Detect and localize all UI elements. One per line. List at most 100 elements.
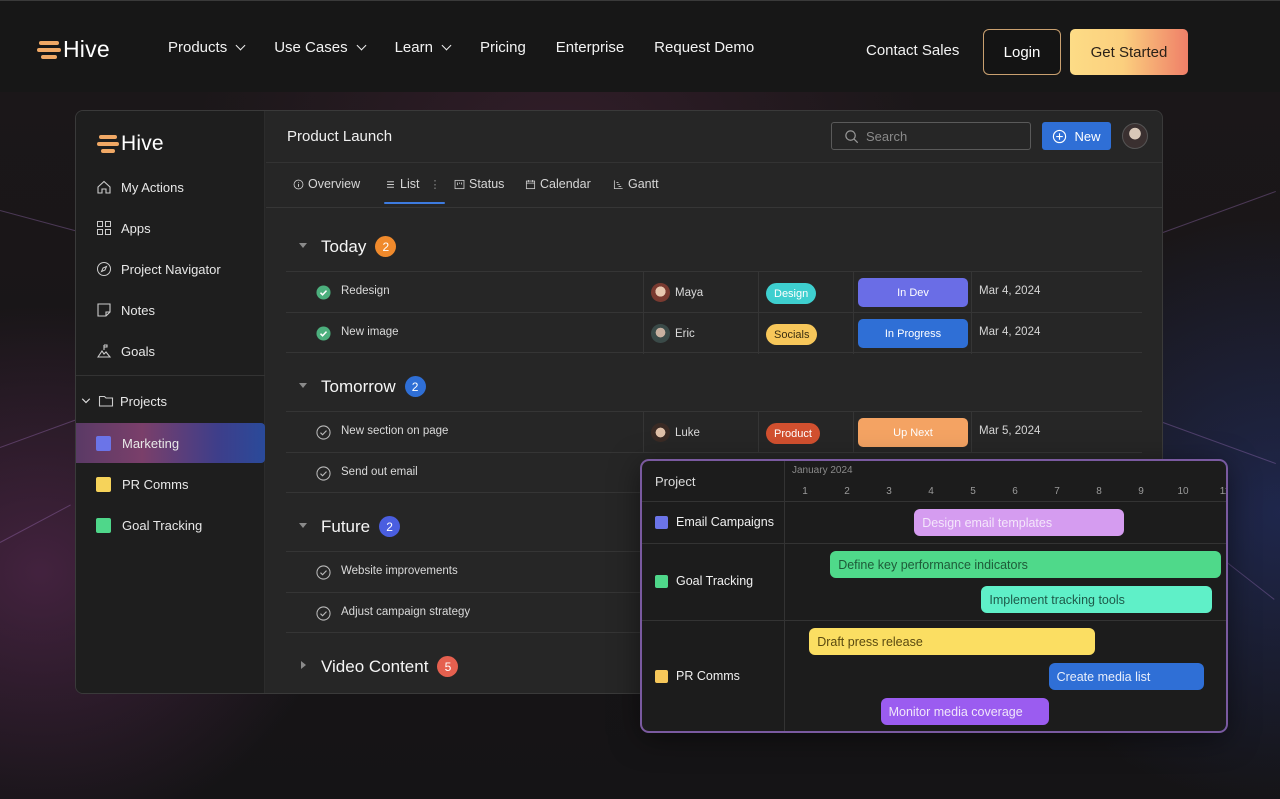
task-row[interactable]: New image Eric Socials In Progress Mar 4, 20… bbox=[286, 312, 1142, 354]
sidebar-project-label: Marketing bbox=[122, 435, 180, 451]
assignee-name: Maya bbox=[675, 286, 704, 299]
gantt-day-label: 4 bbox=[928, 486, 934, 497]
info-icon bbox=[293, 179, 304, 189]
caret-down-icon[interactable] bbox=[299, 243, 307, 248]
tab-overview[interactable]: Overview bbox=[293, 177, 360, 191]
gantt-icon bbox=[613, 179, 623, 189]
completed-check-icon[interactable] bbox=[316, 326, 331, 341]
task-name[interactable]: New section on page bbox=[341, 425, 448, 437]
section-tomorrow[interactable]: Tomorrow 2 bbox=[299, 376, 426, 397]
search-input[interactable]: Search bbox=[831, 122, 1031, 150]
gantt-project-email-campaigns[interactable]: Email Campaigns bbox=[655, 515, 774, 529]
gantt-task-bar[interactable]: Monitor media coverage bbox=[880, 698, 1049, 725]
sidebar-item-apps[interactable]: Apps bbox=[96, 218, 151, 238]
chevron-down-icon bbox=[235, 40, 246, 51]
section-count-badge: 2 bbox=[375, 236, 397, 257]
category-tag[interactable]: Product bbox=[766, 423, 820, 444]
decorative-line bbox=[1162, 190, 1276, 233]
status-pill[interactable]: Up Next bbox=[858, 418, 968, 447]
caret-right-icon[interactable] bbox=[301, 661, 306, 669]
task-row[interactable]: New section on page Luke Product Up Next Mar… bbox=[286, 411, 1142, 453]
kanban-icon bbox=[454, 179, 465, 189]
sidebar-project-goal-tracking[interactable]: Goal Tracking bbox=[76, 505, 265, 545]
decorative-line bbox=[1226, 562, 1275, 600]
tab-gantt[interactable]: Gantt bbox=[613, 177, 659, 191]
section-future[interactable]: Future 2 bbox=[299, 516, 401, 537]
nav-item-use-cases[interactable]: Use Cases bbox=[274, 39, 367, 56]
assignee-name: Eric bbox=[675, 327, 695, 340]
task-name[interactable]: Adjust campaign strategy bbox=[341, 606, 470, 618]
login-button[interactable]: Login bbox=[983, 29, 1061, 75]
new-button[interactable]: New bbox=[1042, 122, 1111, 150]
sidebar-project-pr-comms[interactable]: PR Comms bbox=[76, 464, 265, 504]
caret-down-icon[interactable] bbox=[299, 523, 307, 528]
site-logo[interactable]: Hive bbox=[37, 36, 110, 63]
sidebar-item-project-navigator[interactable]: Project Navigator bbox=[96, 259, 221, 279]
tab-label: Gantt bbox=[628, 177, 659, 191]
task-name[interactable]: Website improvements bbox=[341, 565, 458, 577]
sidebar-divider bbox=[76, 375, 265, 376]
gantt-project-goal-tracking[interactable]: Goal Tracking bbox=[655, 574, 753, 588]
task-row[interactable]: Redesign Maya Design In Dev Mar 4, 2024 bbox=[286, 271, 1142, 313]
incomplete-check-icon[interactable] bbox=[316, 606, 331, 621]
contact-sales-link[interactable]: Contact Sales bbox=[866, 42, 959, 59]
nav-item-request-demo[interactable]: Request Demo bbox=[654, 39, 754, 56]
due-date: Mar 4, 2024 bbox=[979, 326, 1041, 338]
gantt-task-bar[interactable]: Draft press release bbox=[809, 628, 1095, 655]
nav-item-products[interactable]: Products bbox=[168, 39, 246, 56]
chevron-down-icon bbox=[356, 40, 367, 51]
incomplete-check-icon[interactable] bbox=[316, 466, 331, 481]
task-name[interactable]: Send out email bbox=[341, 466, 418, 478]
task-name[interactable]: Redesign bbox=[341, 285, 390, 297]
gantt-task-bar[interactable]: Define key performance indicators bbox=[830, 551, 1221, 578]
cell-divider bbox=[643, 272, 644, 313]
nav-item-pricing[interactable]: Pricing bbox=[480, 39, 526, 56]
gantt-project-pr-comms[interactable]: PR Comms bbox=[655, 669, 740, 683]
tab-calendar[interactable]: Calendar bbox=[525, 177, 591, 191]
sidebar-item-notes[interactable]: Notes bbox=[96, 300, 155, 320]
sidebar-projects-toggle[interactable]: Projects bbox=[80, 391, 167, 411]
sidebar-item-my-actions[interactable]: My Actions bbox=[96, 177, 184, 197]
category-tag[interactable]: Design bbox=[766, 283, 817, 304]
due-date: Mar 4, 2024 bbox=[979, 285, 1041, 297]
assignee-avatar bbox=[651, 324, 670, 343]
incomplete-check-icon[interactable] bbox=[316, 565, 331, 580]
section-today[interactable]: Today 2 bbox=[299, 236, 397, 257]
project-color-swatch bbox=[96, 476, 111, 492]
nav-item-learn[interactable]: Learn bbox=[395, 39, 452, 56]
nav-item-label: Products bbox=[168, 39, 228, 56]
nav-item-label: Request Demo bbox=[654, 39, 755, 56]
incomplete-check-icon[interactable] bbox=[316, 425, 331, 440]
user-avatar[interactable] bbox=[1122, 123, 1148, 149]
caret-down-icon[interactable] bbox=[299, 383, 307, 388]
get-started-button[interactable]: Get Started bbox=[1070, 29, 1188, 75]
site-navbar: Hive Products Use Cases Learn Pricing Enterp… bbox=[0, 0, 1280, 92]
gantt-day-label: 1 bbox=[802, 486, 808, 497]
app-logo[interactable]: Hive bbox=[97, 132, 164, 156]
nav-item-enterprise[interactable]: Enterprise bbox=[556, 39, 624, 56]
task-name[interactable]: New image bbox=[341, 326, 399, 338]
status-pill[interactable]: In Progress bbox=[858, 319, 968, 348]
completed-check-icon[interactable] bbox=[316, 285, 331, 300]
section-video-content[interactable]: Video Content 5 bbox=[301, 656, 459, 677]
assignee-avatar bbox=[651, 423, 670, 442]
assignee[interactable]: Luke bbox=[651, 423, 700, 442]
gantt-task-bar[interactable]: Design email templates bbox=[914, 509, 1125, 536]
page-title: Product Launch bbox=[287, 128, 393, 145]
gantt-task-bar[interactable]: Create media list bbox=[1048, 663, 1204, 690]
tab-status[interactable]: Status bbox=[454, 177, 504, 191]
sidebar-project-marketing[interactable]: Marketing bbox=[76, 423, 265, 463]
sidebar-item-goals[interactable]: Goals bbox=[96, 341, 155, 361]
hive-logo-icon bbox=[37, 40, 61, 59]
gantt-row-divider bbox=[642, 543, 1226, 544]
status-pill[interactable]: In Dev bbox=[858, 278, 968, 307]
assignee[interactable]: Maya bbox=[651, 283, 703, 302]
more-options-icon[interactable]: ⋮ bbox=[429, 178, 440, 191]
home-icon bbox=[97, 180, 111, 194]
tab-list[interactable]: List ⋮ bbox=[383, 177, 446, 204]
cell-divider bbox=[971, 412, 972, 453]
gantt-task-bar[interactable]: Implement tracking tools bbox=[981, 586, 1213, 613]
category-tag[interactable]: Socials bbox=[766, 324, 818, 345]
chevron-down-icon bbox=[441, 40, 452, 51]
assignee[interactable]: Eric bbox=[651, 324, 695, 343]
